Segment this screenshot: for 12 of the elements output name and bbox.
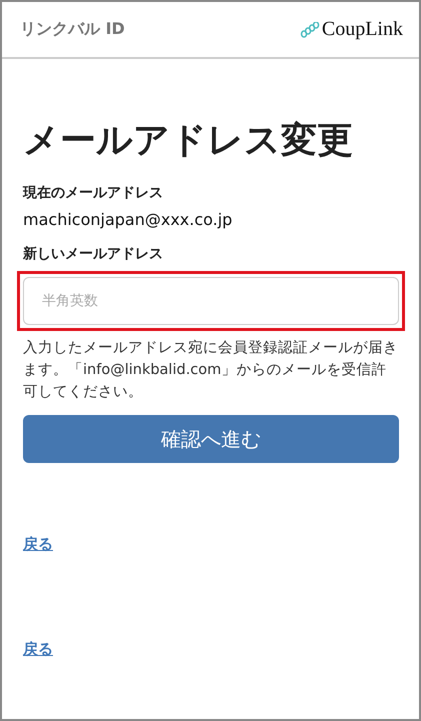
coil-icon xyxy=(300,22,320,38)
current-email: machiconjapan@xxx.co.jp xyxy=(23,210,234,230)
back-link[interactable]: 戻る xyxy=(23,640,53,660)
notice-text: 入力したメールアドレス宛に会員登録認証メールが届きます。「info@linkbalid.com」からのメールを受信許可してください。 xyxy=(23,338,399,402)
back-link[interactable]: 戻る xyxy=(23,535,53,554)
email-input[interactable]: 半角英数 xyxy=(23,277,399,326)
confirm-button[interactable]: 確認へ進む xyxy=(23,415,399,464)
field-label: 新しいメールアドレス xyxy=(23,245,164,264)
page-heading: メールアドレス変更 xyxy=(23,119,354,162)
app-title: リンクバル ID xyxy=(20,19,125,40)
logo-text: CoupLink xyxy=(322,18,403,41)
field-label: 現在のメールアドレス xyxy=(23,184,164,202)
